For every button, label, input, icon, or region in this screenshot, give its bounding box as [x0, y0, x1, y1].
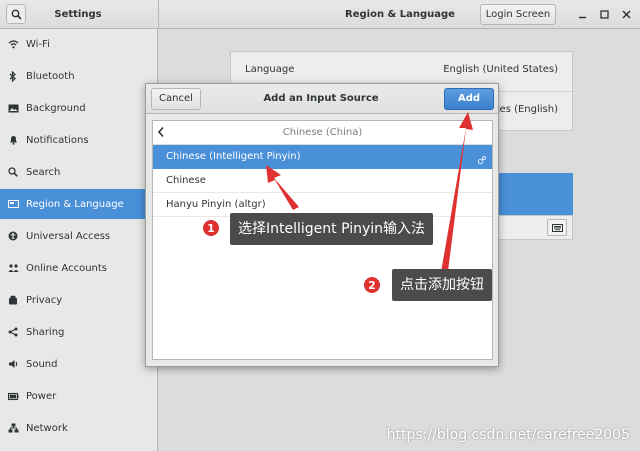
arrow-1: [266, 165, 299, 210]
annotation-callout-1: 选择Intelligent Pinyin输入法: [230, 213, 434, 245]
annotation-badge-2: 2: [363, 276, 381, 294]
arrow-2: [440, 112, 473, 279]
annotation-callout-2: 点击添加按钮: [392, 269, 492, 301]
annotation-badge-1: 1: [202, 219, 220, 237]
watermark: https://blog.csdn.net/carefree2005: [386, 427, 630, 443]
